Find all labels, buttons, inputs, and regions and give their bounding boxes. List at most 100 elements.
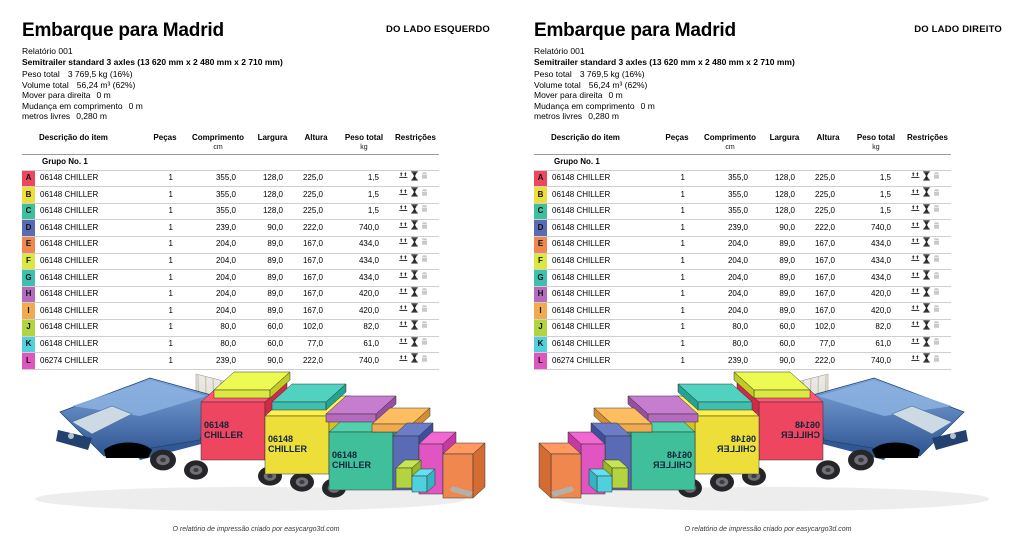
- item-restrictions[interactable]: [392, 186, 439, 204]
- fragile-hourglass-icon[interactable]: [922, 170, 931, 187]
- stack-icon[interactable]: [399, 287, 408, 302]
- no-tilt-icon-disabled[interactable]: [932, 287, 941, 302]
- fragile-hourglass-icon[interactable]: [410, 220, 419, 236]
- item-restrictions[interactable]: [392, 203, 439, 221]
- fragile-hourglass-icon[interactable]: [410, 303, 419, 319]
- no-tilt-icon-disabled[interactable]: [420, 320, 429, 335]
- table-row[interactable]: I 06148 CHILLER 1 204,0 89,0 167,0 420,0: [22, 302, 439, 320]
- stack-icon[interactable]: [399, 237, 408, 252]
- item-restrictions[interactable]: [904, 286, 951, 304]
- fragile-hourglass-icon[interactable]: [922, 187, 931, 203]
- item-restrictions[interactable]: [904, 170, 951, 188]
- table-row[interactable]: I 06148 CHILLER 1 204,0 89,0 167,0 420,0: [534, 302, 951, 320]
- no-tilt-icon-disabled[interactable]: [932, 320, 941, 335]
- no-tilt-icon-disabled[interactable]: [420, 221, 429, 236]
- item-restrictions[interactable]: [904, 319, 951, 337]
- fragile-hourglass-icon[interactable]: [922, 320, 931, 336]
- table-row[interactable]: G 06148 CHILLER 1 204,0 89,0 167,0 434,0: [22, 269, 439, 287]
- stack-icon[interactable]: [911, 221, 920, 236]
- table-row[interactable]: E 06148 CHILLER 1 204,0 89,0 167,0 434,0: [22, 236, 439, 254]
- stack-icon[interactable]: [399, 221, 408, 236]
- item-restrictions[interactable]: [904, 302, 951, 320]
- item-restrictions[interactable]: [904, 219, 951, 237]
- item-restrictions[interactable]: [392, 319, 439, 337]
- table-row[interactable]: C 06148 CHILLER 1 355,0 128,0 225,0 1,5: [534, 203, 951, 221]
- table-row[interactable]: A 06148 CHILLER 1 355,0 128,0 225,0 1,5: [534, 170, 951, 188]
- no-tilt-icon-disabled[interactable]: [932, 188, 941, 203]
- item-restrictions[interactable]: [392, 286, 439, 304]
- item-restrictions[interactable]: [392, 253, 439, 271]
- no-tilt-icon-disabled[interactable]: [932, 254, 941, 269]
- table-row[interactable]: E 06148 CHILLER 1 204,0 89,0 167,0 434,0: [534, 236, 951, 254]
- stack-icon[interactable]: [911, 188, 920, 203]
- item-restrictions[interactable]: [904, 236, 951, 254]
- no-tilt-icon-disabled[interactable]: [932, 237, 941, 252]
- fragile-hourglass-icon[interactable]: [922, 303, 931, 319]
- stack-icon[interactable]: [911, 237, 920, 252]
- no-tilt-icon-disabled[interactable]: [420, 287, 429, 302]
- item-restrictions[interactable]: [392, 236, 439, 254]
- fragile-hourglass-icon[interactable]: [922, 253, 931, 270]
- table-row[interactable]: C 06148 CHILLER 1 355,0 128,0 225,0 1,5: [22, 203, 439, 221]
- no-tilt-icon-disabled[interactable]: [420, 304, 429, 319]
- item-restrictions[interactable]: [392, 302, 439, 320]
- stack-icon[interactable]: [399, 188, 408, 203]
- table-row[interactable]: D 06148 CHILLER 1 239,0 90,0 222,0 740,0: [22, 219, 439, 237]
- fragile-hourglass-icon[interactable]: [410, 170, 419, 187]
- no-tilt-icon-disabled[interactable]: [420, 204, 429, 219]
- table-row[interactable]: D 06148 CHILLER 1 239,0 90,0 222,0 740,0: [534, 219, 951, 237]
- table-row[interactable]: J 06148 CHILLER 1 80,0 60,0 102,0 82,0: [534, 319, 951, 337]
- table-row[interactable]: H 06148 CHILLER 1 204,0 89,0 167,0 420,0: [22, 286, 439, 304]
- table-row[interactable]: B 06148 CHILLER 1 355,0 128,0 225,0 1,5: [534, 186, 951, 204]
- fragile-hourglass-icon[interactable]: [410, 187, 419, 203]
- no-tilt-icon-disabled[interactable]: [932, 304, 941, 319]
- item-restrictions[interactable]: [392, 269, 439, 287]
- fragile-hourglass-icon[interactable]: [410, 253, 419, 270]
- table-row[interactable]: H 06148 CHILLER 1 204,0 89,0 167,0 420,0: [534, 286, 951, 304]
- fragile-hourglass-icon[interactable]: [922, 204, 931, 220]
- stack-icon[interactable]: [911, 254, 920, 269]
- no-tilt-icon-disabled[interactable]: [420, 188, 429, 203]
- stack-icon[interactable]: [911, 320, 920, 335]
- no-tilt-icon-disabled[interactable]: [932, 271, 941, 286]
- table-row[interactable]: G 06148 CHILLER 1 204,0 89,0 167,0 434,0: [534, 269, 951, 287]
- stack-icon[interactable]: [399, 204, 408, 219]
- item-restrictions[interactable]: [392, 219, 439, 237]
- table-row[interactable]: J 06148 CHILLER 1 80,0 60,0 102,0 82,0: [22, 319, 439, 337]
- fragile-hourglass-icon[interactable]: [922, 270, 931, 286]
- no-tilt-icon-disabled[interactable]: [932, 204, 941, 219]
- stack-icon[interactable]: [399, 271, 408, 286]
- stack-icon[interactable]: [399, 254, 408, 269]
- no-tilt-icon-disabled[interactable]: [420, 237, 429, 252]
- item-restrictions[interactable]: [904, 269, 951, 287]
- stack-icon[interactable]: [911, 287, 920, 302]
- item-restrictions[interactable]: [392, 170, 439, 188]
- fragile-hourglass-icon[interactable]: [922, 237, 931, 253]
- fragile-hourglass-icon[interactable]: [410, 237, 419, 253]
- stack-icon[interactable]: [399, 171, 408, 186]
- no-tilt-icon-disabled[interactable]: [420, 271, 429, 286]
- fragile-hourglass-icon[interactable]: [410, 270, 419, 286]
- stack-icon[interactable]: [911, 304, 920, 319]
- stack-icon[interactable]: [911, 171, 920, 186]
- stack-icon[interactable]: [399, 320, 408, 335]
- no-tilt-icon-disabled[interactable]: [420, 171, 429, 186]
- stack-icon[interactable]: [399, 304, 408, 319]
- item-restrictions[interactable]: [904, 253, 951, 271]
- table-row[interactable]: B 06148 CHILLER 1 355,0 128,0 225,0 1,5: [22, 186, 439, 204]
- table-row[interactable]: A 06148 CHILLER 1 355,0 128,0 225,0 1,5: [22, 170, 439, 188]
- stack-icon[interactable]: [911, 271, 920, 286]
- fragile-hourglass-icon[interactable]: [410, 204, 419, 220]
- fragile-hourglass-icon[interactable]: [922, 220, 931, 236]
- fragile-hourglass-icon[interactable]: [922, 287, 931, 303]
- no-tilt-icon-disabled[interactable]: [932, 221, 941, 236]
- stack-icon[interactable]: [911, 204, 920, 219]
- no-tilt-icon-disabled[interactable]: [420, 254, 429, 269]
- item-restrictions[interactable]: [904, 186, 951, 204]
- fragile-hourglass-icon[interactable]: [410, 287, 419, 303]
- table-row[interactable]: F 06148 CHILLER 1 204,0 89,0 167,0 434,0: [534, 253, 951, 271]
- no-tilt-icon-disabled[interactable]: [932, 171, 941, 186]
- table-row[interactable]: F 06148 CHILLER 1 204,0 89,0 167,0 434,0: [22, 253, 439, 271]
- fragile-hourglass-icon[interactable]: [410, 320, 419, 336]
- item-restrictions[interactable]: [904, 203, 951, 221]
